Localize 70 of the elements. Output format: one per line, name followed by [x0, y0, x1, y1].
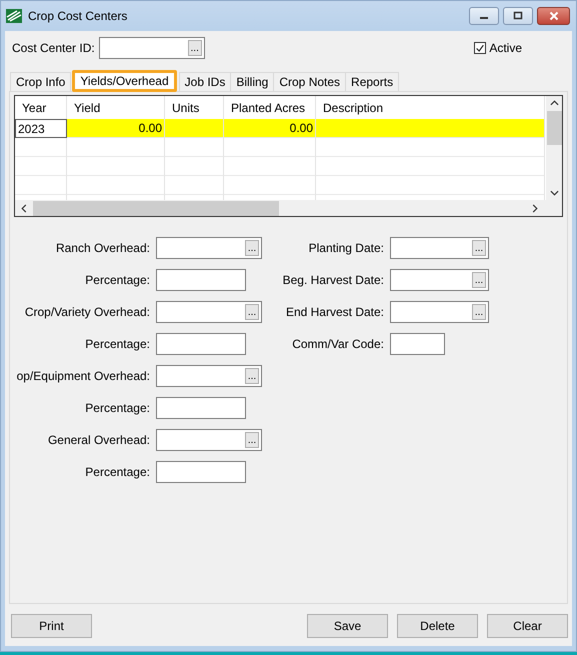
table-cell: 2023	[15, 119, 67, 138]
browse-button[interactable]: ...	[472, 272, 486, 288]
table-cell	[15, 176, 67, 195]
field-label: op/Equipment Overhead:	[16, 369, 150, 383]
input-field[interactable]	[156, 269, 246, 291]
scroll-down-icon[interactable]	[550, 190, 558, 196]
window-title: Crop Cost Centers	[28, 9, 128, 23]
field-label: Ranch Overhead:	[54, 241, 150, 255]
field-label: Percentage:	[84, 401, 150, 415]
table-cell	[165, 119, 224, 138]
input-field[interactable]	[156, 397, 246, 419]
close-icon	[548, 11, 558, 21]
field-label: Comm/Var Code:	[291, 337, 384, 351]
field-label: Crop/Variety Overhead:	[24, 305, 150, 319]
vertical-scrollbar[interactable]	[546, 96, 562, 200]
table-cell	[165, 176, 224, 195]
input-field[interactable]	[390, 333, 445, 355]
tab[interactable]: Crop Info	[10, 72, 72, 91]
scroll-right-icon[interactable]	[532, 204, 538, 212]
tab[interactable]: Billing	[230, 72, 274, 91]
field-label: Percentage:	[84, 337, 150, 351]
browse-button[interactable]: ...	[245, 432, 259, 448]
tab[interactable]: Job IDs	[178, 72, 232, 91]
field-label: Beg. Harvest Date:	[282, 273, 384, 287]
table-cell	[165, 157, 224, 176]
action-button[interactable]: Delete	[397, 614, 478, 638]
close-button[interactable]	[537, 7, 570, 25]
field-label: Percentage:	[84, 465, 150, 479]
browse-button[interactable]: ...	[188, 40, 202, 56]
table-cell: 0.00	[67, 119, 165, 138]
active-checkbox[interactable]	[474, 42, 486, 54]
browse-button[interactable]: ...	[472, 304, 486, 320]
field-label: General Overhead:	[46, 433, 150, 447]
grid-row[interactable]: 2023 0.00 0.00	[15, 119, 546, 138]
lookup-field[interactable]: ...	[156, 365, 262, 387]
action-button[interactable]: Clear	[487, 614, 568, 638]
scroll-left-icon[interactable]	[21, 204, 27, 212]
lookup-field[interactable]: ...	[156, 301, 262, 323]
field-label: Percentage:	[84, 273, 150, 287]
table-cell	[15, 157, 67, 176]
browse-button[interactable]: ...	[245, 368, 259, 384]
browse-button[interactable]: ...	[245, 304, 259, 320]
input-field[interactable]	[156, 333, 246, 355]
action-button[interactable]: Save	[307, 614, 388, 638]
tab[interactable]: Crop Notes	[273, 72, 346, 91]
lookup-field[interactable]: ...	[390, 269, 489, 291]
table-cell	[165, 138, 224, 157]
cost-center-id-field[interactable]: ...	[98, 37, 205, 59]
minimize-button[interactable]	[469, 7, 499, 25]
lookup-field[interactable]: ...	[156, 237, 262, 259]
table-cell: 0.00	[224, 119, 316, 138]
maximize-icon	[513, 11, 523, 21]
tab[interactable]: Reports	[345, 72, 400, 91]
input-field[interactable]	[156, 461, 246, 483]
scroll-up-icon[interactable]	[550, 100, 558, 106]
cost-center-id-label: Cost Center ID:	[12, 41, 95, 55]
field-label: End Harvest Date:	[284, 305, 384, 319]
lookup-field[interactable]: ...	[390, 301, 489, 323]
browse-button[interactable]: ...	[472, 240, 486, 256]
maximize-button[interactable]	[503, 7, 533, 25]
app-logo-icon	[6, 8, 22, 24]
browse-button[interactable]: ...	[245, 240, 259, 256]
field-label: Planting Date:	[308, 241, 384, 255]
table-cell	[15, 138, 67, 157]
tab[interactable]: Yields/Overhead	[72, 70, 177, 92]
lookup-field[interactable]: ...	[156, 429, 262, 451]
active-label: Active	[489, 41, 522, 55]
lookup-field[interactable]: ...	[390, 237, 489, 259]
action-button[interactable]: Print	[11, 614, 92, 638]
horizontal-scrollbar[interactable]	[15, 200, 562, 216]
